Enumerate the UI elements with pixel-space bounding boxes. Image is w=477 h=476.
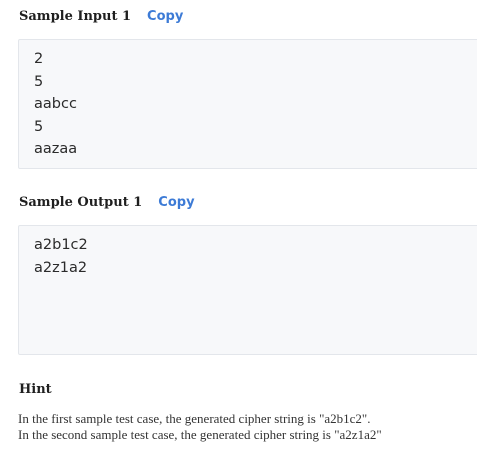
sample-input-header: Sample Input 1 Copy <box>19 9 183 29</box>
sample-output-box: a2b1c2 a2z1a2 <box>18 225 477 355</box>
sample-input-line: aabcc <box>34 96 77 112</box>
hint-line: In the second sample test case, the gene… <box>18 427 382 442</box>
copy-input-button[interactable]: Copy <box>147 9 183 24</box>
sample-input-box: 2 5 aabcc 5 aazaa <box>18 39 477 169</box>
sample-output-line: a2b1c2 <box>34 237 88 253</box>
sample-input-line: 5 <box>34 118 44 135</box>
hint-line: In the first sample test case, the gener… <box>18 411 371 426</box>
sample-output-line: a2z1a2 <box>34 259 88 276</box>
copy-output-button[interactable]: Copy <box>158 195 194 210</box>
sample-input-title: Sample Input 1 <box>19 9 132 24</box>
sample-output-title: Sample Output 1 <box>19 195 143 210</box>
sample-output-header: Sample Output 1 Copy <box>19 195 195 215</box>
sample-input-line: aazaa <box>34 141 78 157</box>
sample-input-line: 5 <box>34 73 44 90</box>
sample-input-line: 2 <box>34 51 44 67</box>
hint-title: Hint <box>19 382 52 397</box>
